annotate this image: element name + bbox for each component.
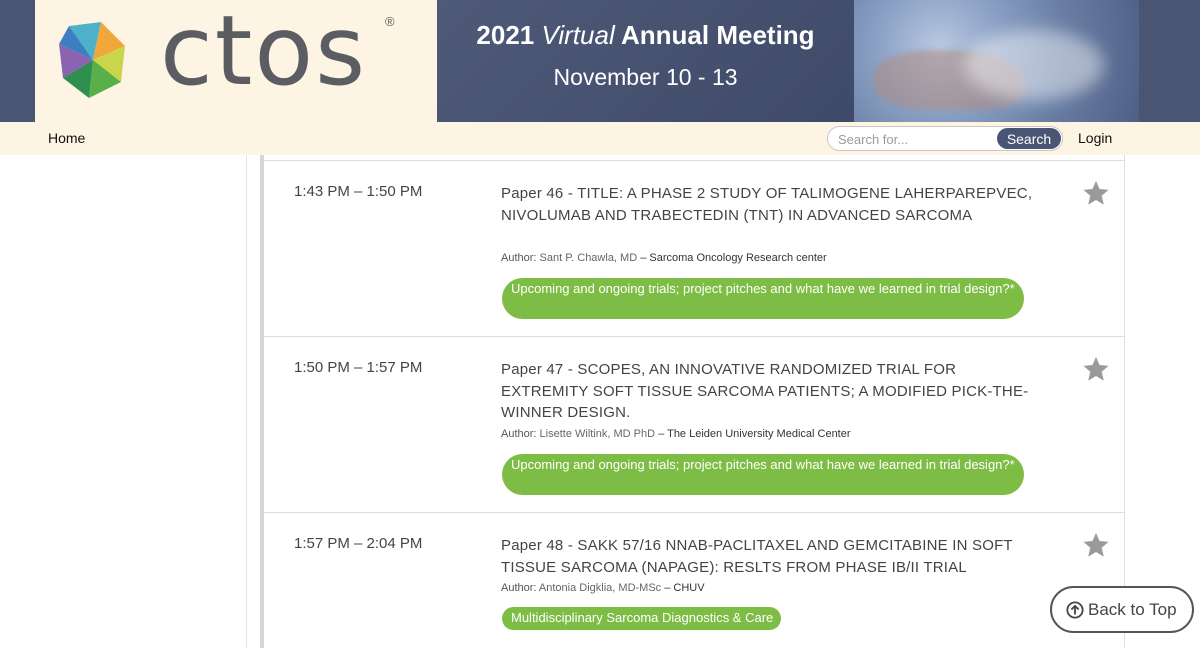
logo-text: ctos: [160, 0, 368, 107]
sidebar-divider: [246, 155, 247, 648]
author-label: Author:: [501, 582, 537, 594]
star-icon[interactable]: [1082, 179, 1110, 207]
search-button[interactable]: Search: [997, 128, 1061, 149]
login-link[interactable]: Login: [1078, 130, 1112, 146]
ctos-logo[interactable]: ctos ®: [35, 0, 437, 122]
back-to-top-button[interactable]: Back to Top: [1050, 586, 1194, 633]
session-time: 1:57 PM – 2:04 PM: [294, 535, 423, 552]
author-name: Lisette Wiltink, MD PhD: [539, 428, 656, 440]
session-title[interactable]: Paper 48 - SAKK 57/16 NNAB-PACLITAXEL AN…: [501, 535, 1041, 578]
meeting-virtual: Virtual: [541, 20, 615, 50]
session-item: 1:50 PM – 1:57 PM Paper 47 - SCOPES, AN …: [264, 337, 1125, 513]
search-input[interactable]: [838, 130, 988, 148]
author-name: Sant P. Chawla, MD: [539, 252, 638, 264]
search-box: Search: [827, 126, 1063, 151]
header-banner: ctos ® 2021 Virtual Annual Meeting Novem…: [0, 0, 1200, 122]
star-icon[interactable]: [1082, 531, 1110, 559]
meeting-year: 2021: [476, 20, 535, 50]
session-author: Author: Lisette Wiltink, MD PhD – The Le…: [501, 428, 851, 440]
session-list: 1:43 PM – 1:50 PM Paper 46 - TITLE: A PH…: [264, 155, 1125, 648]
nav-home-link[interactable]: Home: [48, 130, 85, 146]
author-label: Author:: [501, 428, 537, 440]
author-name: Antonia Digklia, MD-MSc: [538, 582, 662, 594]
meeting-dates: November 10 - 13: [553, 64, 738, 90]
logo-mark-icon: [59, 22, 125, 98]
session-time: 1:50 PM – 1:57 PM: [294, 359, 423, 376]
session-item: 1:57 PM – 2:04 PM Paper 48 - SAKK 57/16 …: [264, 513, 1125, 648]
banner-photo: [854, 0, 1139, 122]
session-title[interactable]: Paper 46 - TITLE: A PHASE 2 STUDY OF TAL…: [501, 183, 1041, 226]
session-time: 1:43 PM – 1:50 PM: [294, 183, 423, 200]
star-icon[interactable]: [1082, 355, 1110, 383]
author-affiliation: – The Leiden University Medical Center: [658, 428, 851, 440]
track-badge[interactable]: Multidisciplinary Sarcoma Diagnostics & …: [502, 607, 782, 630]
arrow-up-circle-icon: [1066, 601, 1084, 619]
track-badge[interactable]: Upcoming and ongoing trials; project pit…: [502, 454, 1024, 495]
back-to-top-label: Back to Top: [1088, 600, 1177, 619]
author-affiliation: – Sarcoma Oncology Research center: [640, 252, 827, 264]
track-badge[interactable]: Upcoming and ongoing trials; project pit…: [502, 278, 1024, 319]
author-label: Author:: [501, 252, 537, 264]
meeting-banner: 2021 Virtual Annual Meeting November 10 …: [437, 0, 854, 122]
meeting-name: Annual Meeting: [621, 20, 815, 50]
registered-mark: ®: [385, 14, 395, 29]
session-title[interactable]: Paper 47 - SCOPES, AN INNOVATIVE RANDOMI…: [501, 359, 1041, 424]
meeting-title: 2021 Virtual Annual Meeting: [437, 20, 854, 51]
session-item: 1:43 PM – 1:50 PM Paper 46 - TITLE: A PH…: [264, 161, 1125, 337]
session-author: Author: Antonia Digklia, MD-MSc – CHUV: [501, 582, 705, 594]
session-author: Author: Sant P. Chawla, MD – Sarcoma Onc…: [501, 252, 827, 264]
author-affiliation: – CHUV: [664, 582, 705, 594]
